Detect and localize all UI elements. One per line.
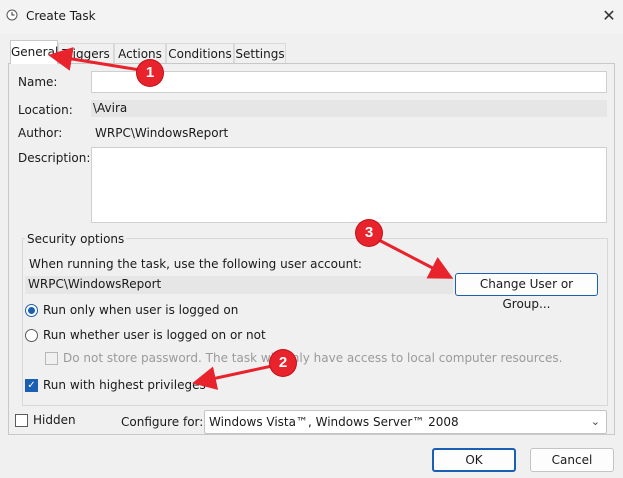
radio-run-whether-logged-on-label: Run whether user is logged on or not bbox=[43, 328, 266, 342]
annotation-badge-1: 1 bbox=[137, 60, 163, 86]
user-account-value: WRPC\WindowsReport bbox=[25, 276, 453, 294]
name-input[interactable] bbox=[91, 71, 607, 93]
account-prompt: When running the task, use the following… bbox=[29, 257, 362, 271]
security-options-title: Security options bbox=[25, 232, 127, 246]
cancel-button[interactable]: Cancel bbox=[530, 448, 614, 472]
configure-for-select[interactable]: Windows Vista™, Windows Server™ 2008 ⌄ bbox=[204, 410, 607, 434]
tab-label: Triggers bbox=[62, 47, 110, 61]
configure-for-label: Configure for: bbox=[121, 415, 204, 429]
tab-general[interactable]: General bbox=[10, 40, 58, 64]
location-label: Location: bbox=[18, 103, 73, 117]
close-icon: ✕ bbox=[602, 6, 616, 25]
clock-icon bbox=[6, 9, 18, 21]
run-with-highest-privileges-checkbox[interactable]: ✓ bbox=[25, 379, 38, 392]
do-not-store-password-label: Do not store password. The task will onl… bbox=[63, 351, 563, 365]
radio-run-when-logged-on-label: Run only when user is logged on bbox=[43, 303, 239, 317]
tab-label: Actions bbox=[118, 47, 162, 61]
chevron-down-icon: ⌄ bbox=[590, 415, 600, 428]
title-bar: Create Task ✕ bbox=[0, 0, 623, 34]
description-input[interactable] bbox=[91, 147, 607, 223]
window-title: Create Task bbox=[26, 9, 96, 23]
tab-label: General bbox=[11, 45, 59, 59]
ok-button[interactable]: OK bbox=[432, 448, 516, 472]
run-with-highest-privileges-label: Run with highest privileges bbox=[43, 378, 206, 392]
checkmark-icon: ✓ bbox=[27, 380, 36, 391]
button-label: OK bbox=[465, 453, 483, 467]
do-not-store-password-checkbox[interactable] bbox=[45, 352, 58, 365]
close-button[interactable]: ✕ bbox=[596, 4, 622, 28]
configure-for-value: Windows Vista™, Windows Server™ 2008 bbox=[209, 415, 459, 429]
hidden-label: Hidden bbox=[33, 413, 76, 427]
description-label: Description: bbox=[18, 151, 91, 165]
tab-conditions[interactable]: Conditions bbox=[166, 43, 234, 63]
hidden-checkbox[interactable] bbox=[15, 414, 28, 427]
radio-run-whether-logged-on[interactable] bbox=[25, 329, 38, 342]
author-value: WRPC\WindowsReport bbox=[95, 126, 229, 140]
location-value: \Avira bbox=[91, 100, 607, 117]
author-label: Author: bbox=[18, 126, 63, 140]
annotation-badge-2: 2 bbox=[270, 350, 296, 376]
name-label: Name: bbox=[18, 75, 58, 89]
annotation-badge-3: 3 bbox=[356, 220, 382, 246]
tab-label: Settings bbox=[235, 47, 285, 61]
button-label: Cancel bbox=[551, 453, 593, 467]
tab-label: Conditions bbox=[168, 47, 232, 61]
change-user-or-group-button[interactable]: Change User or Group... bbox=[455, 273, 598, 311]
tab-triggers[interactable]: Triggers bbox=[58, 43, 114, 63]
tab-settings[interactable]: Settings bbox=[234, 43, 286, 63]
tab-actions[interactable]: Actions bbox=[114, 43, 166, 63]
radio-run-when-logged-on[interactable] bbox=[25, 304, 38, 317]
